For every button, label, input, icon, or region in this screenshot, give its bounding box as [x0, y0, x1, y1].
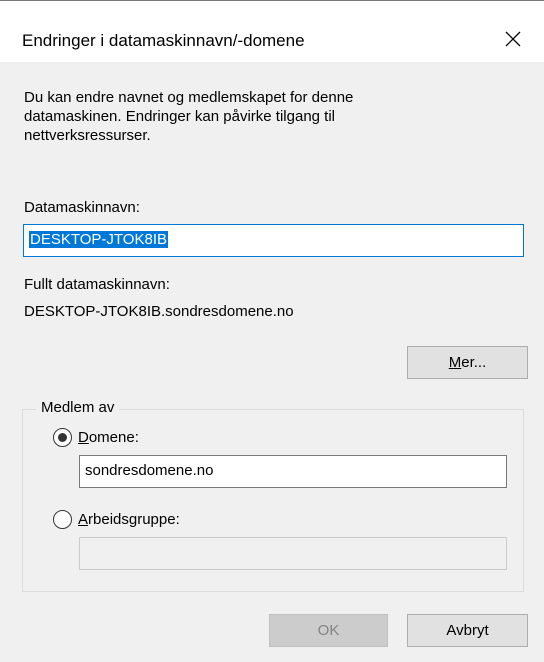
workgroup-input[interactable]	[79, 537, 507, 570]
workgroup-label-hotkey: A	[78, 511, 89, 528]
close-icon	[505, 31, 521, 47]
computer-name-label: Datamaskinnavn:	[24, 199, 140, 216]
more-button-label-hotkey: M	[448, 354, 462, 371]
domain-radio-label[interactable]: Domene:	[78, 428, 139, 448]
computer-name-input[interactable]: DESKTOP-JTOK8IB	[23, 224, 524, 257]
more-button[interactable]: Mer...	[407, 346, 528, 379]
window-title: Endringer i datamaskinnavn/-domene	[22, 31, 305, 50]
workgroup-label: rbeidsgruppe:	[88, 511, 180, 528]
full-name-label: Fullt datamaskinnavn:	[24, 276, 170, 293]
title-bar: Endringer i datamaskinnavn/-domene	[0, 0, 544, 62]
radio-selected-dot	[58, 433, 67, 442]
domain-label-hotkey: D	[78, 429, 89, 446]
domain-radio[interactable]	[53, 428, 72, 447]
cancel-button-label: Avbryt	[446, 622, 489, 639]
full-name-value: DESKTOP-JTOK8IB.sondresdomene.no	[24, 303, 294, 320]
ok-button-label: OK	[317, 622, 340, 639]
computer-name-value: DESKTOP-JTOK8IB	[29, 231, 168, 248]
domain-label: omene:	[88, 429, 139, 446]
domain-input-value: sondresdomene.no	[85, 462, 214, 479]
member-of-legend: Medlem av	[36, 398, 120, 418]
close-button[interactable]	[482, 15, 544, 63]
workgroup-radio[interactable]	[53, 510, 72, 529]
cancel-button[interactable]: Avbryt	[407, 614, 528, 647]
workgroup-radio-label[interactable]: Arbeidsgruppe:	[78, 510, 180, 530]
more-button-label: er...	[461, 354, 487, 371]
ok-button[interactable]: OK	[269, 614, 388, 647]
description-text: Du kan endre navnet og medlemskapet for …	[24, 89, 354, 144]
domain-input[interactable]: sondresdomene.no	[79, 455, 507, 488]
